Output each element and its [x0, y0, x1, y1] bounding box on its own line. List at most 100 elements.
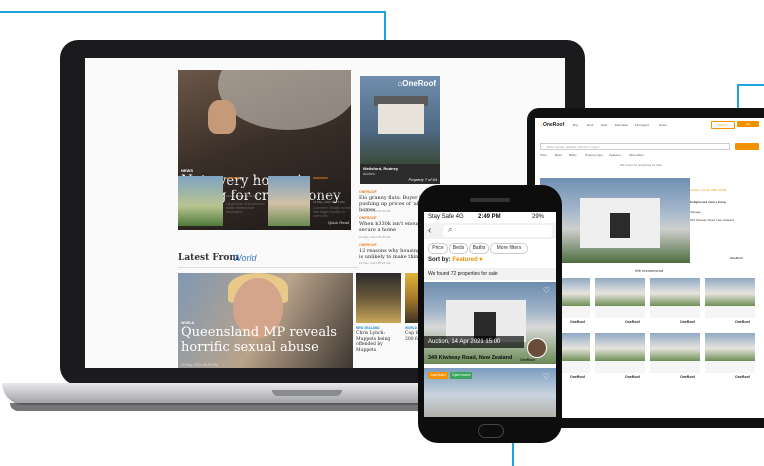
- tablet-results-text: We found 72 properties for sale: [620, 163, 662, 167]
- phone-filter-baths[interactable]: Baths: [469, 243, 489, 254]
- tablet-filter[interactable]: Beds: [555, 153, 562, 157]
- phone-filter-beds[interactable]: Beds: [449, 243, 468, 254]
- phone-found-text: We found 72 properties for sale: [424, 268, 556, 280]
- tablet-grid-listing[interactable]: [595, 278, 645, 306]
- tablet-listing-title: Enlightened luxury living: [690, 200, 726, 204]
- oneroof-property-card[interactable]: ⌂OneRoof: [360, 76, 440, 164]
- tablet-recommend-heading: We recommend: [635, 268, 664, 273]
- tablet-listing-address: 349 Kiwiway Road, New Zealand: [690, 218, 735, 222]
- tablet-filter[interactable]: Property type: [585, 153, 603, 157]
- tablet-grid-logo: OneRoof: [735, 320, 750, 324]
- tablet-nav-sold[interactable]: Sold: [601, 123, 607, 127]
- oneroof-property-count: Property 7 of 64: [408, 177, 437, 182]
- tablet-listing-sub: Vantage: [690, 210, 701, 214]
- side-story-meta: 19 May, 2021 05:30 AM: [359, 235, 391, 239]
- side-story-meta: 19 May, 2021 05:25 AM: [359, 261, 391, 265]
- tablet-grid-caption: [595, 306, 645, 318]
- tablet-nav-find-agent[interactable]: Find agent: [635, 123, 649, 127]
- phone-listing-address[interactable]: 349 Kiwiway Road, New Zealand: [424, 350, 556, 366]
- phone-time: 2:49 PM: [478, 214, 501, 220]
- tablet-filter[interactable]: Features: [609, 153, 621, 157]
- phone-badge-just-listed: Just listed: [428, 372, 448, 379]
- tablet-nav-rent[interactable]: Rent: [587, 123, 593, 127]
- phone-screen: Stay Safe 4G 2:49 PM 29% ‹ ⌕ Price Beds …: [424, 212, 556, 417]
- phone-filter-price[interactable]: Price: [428, 243, 448, 254]
- tablet-grid-logo: OneRoof: [570, 375, 585, 379]
- phone-sort[interactable]: Sort by: Featured ▾: [428, 256, 482, 263]
- tablet-grid-caption: [595, 361, 645, 373]
- oneroof-logo: ⌂OneRoof: [397, 79, 436, 88]
- world-lead-article[interactable]: WORLD Queensland MP reveals horrific sex…: [178, 273, 353, 368]
- tablet-grid-listing[interactable]: [650, 333, 700, 361]
- laptop-trackpad-notch: [272, 390, 342, 396]
- mini-story-tag: ONEROOF: [226, 176, 242, 180]
- tablet-nav-buy[interactable]: Buy: [573, 123, 578, 127]
- tablet-filter[interactable]: Price: [540, 153, 547, 157]
- tablet-grid-listing[interactable]: [705, 278, 755, 306]
- bottom-story-tag: NEW ZEALAND: [356, 326, 380, 330]
- oneroof-caption: Wellsford, Rodney Auction Property 7 of …: [360, 164, 440, 184]
- tablet-grid-listing[interactable]: [705, 333, 755, 361]
- tablet-nav-estimates[interactable]: Estimates: [615, 123, 628, 127]
- tablet-screen: ⌂OneRoof Buy Rent Sold Estimates Find ag…: [535, 118, 764, 418]
- side-story-meta: 19 May, 2021 05:36 AM: [359, 209, 391, 213]
- mini-story-sub: Comment: Smaller homes face bigger hurdl…: [313, 206, 352, 218]
- tablet-grid-logo: OneRoof: [735, 375, 750, 379]
- latest-section-link[interactable]: World: [233, 253, 257, 263]
- tablet-grid-caption: [650, 361, 700, 373]
- tablet-grid-logo: OneRoof: [625, 375, 640, 379]
- tablet-hero-listing[interactable]: [540, 178, 690, 263]
- mini-story-tag: ONEROOF: [313, 176, 329, 180]
- side-story-tag: ONEROOF: [359, 243, 377, 247]
- callout-line-laptop-h: [0, 11, 386, 13]
- tablet-sign-in-button[interactable]: Sign in: [711, 121, 735, 129]
- tablet-grid-listing[interactable]: [595, 333, 645, 361]
- phone-sort-value[interactable]: Featured ▾: [452, 257, 482, 263]
- phone-auction-banner: Auction, 14 Apr 2021 15:00: [424, 336, 524, 348]
- tablet-grid-logo: OneRoof: [680, 375, 695, 379]
- tablet-grid-caption: [650, 306, 700, 318]
- phone-battery: 29%: [532, 214, 545, 220]
- tablet-search-button[interactable]: [735, 143, 759, 150]
- tablet-filter[interactable]: More filters: [629, 153, 644, 157]
- side-story-tag: ONEROOF: [359, 190, 377, 194]
- phone-carrier: Stay Safe 4G: [428, 214, 464, 220]
- heart-icon[interactable]: ♡: [543, 286, 550, 295]
- tablet-nav-news[interactable]: News: [659, 123, 667, 127]
- side-story-tag: ONEROOF: [359, 216, 377, 220]
- search-icon[interactable]: ⌕: [448, 225, 452, 235]
- mini-story-sub: Large block of vacant land draws interes…: [226, 202, 265, 214]
- tablet-auction-text: Auction, 14 Apr 2021 15:00: [690, 188, 727, 192]
- bottom-story-image[interactable]: [356, 273, 401, 323]
- phone-filter-more[interactable]: More filters: [490, 243, 528, 254]
- tablet-logo-text: OneRoof: [543, 122, 565, 128]
- latest-from-heading: Latest From: [178, 253, 239, 263]
- mini-story-image[interactable]: [268, 176, 310, 226]
- back-icon[interactable]: ‹: [428, 225, 431, 236]
- qld-title[interactable]: Queensland MP reveals horrific sexual ab…: [181, 325, 353, 355]
- heart-icon[interactable]: ♡: [543, 372, 550, 381]
- tablet-grid-logo: OneRoof: [625, 320, 640, 324]
- mini-story-image[interactable]: [178, 176, 223, 226]
- phone-home-button[interactable]: [478, 424, 504, 438]
- tablet-grid-logo: OneRoof: [680, 320, 695, 324]
- tablet-grid-caption: [705, 306, 755, 318]
- mini-story-meta: 19 May, 2021 05:20 AM: [226, 194, 258, 198]
- phone-badge-open-home: Open home: [450, 372, 473, 379]
- tablet-list-button[interactable]: List: [737, 121, 759, 127]
- hero-hand-graphic: [208, 100, 236, 134]
- hero-wheel-graphic: [218, 70, 351, 130]
- tablet-house-window-graphic: [610, 213, 630, 238]
- oneroof-sublabel: Auction: [363, 172, 375, 176]
- tablet-side-logo: OneRoof: [730, 256, 743, 260]
- tablet-grid-listing[interactable]: [650, 278, 700, 306]
- phone-sort-label: Sort by:: [428, 257, 451, 263]
- tablet-logo[interactable]: ⌂OneRoof: [540, 122, 564, 128]
- phone-search-input[interactable]: [443, 225, 552, 237]
- hero-quick-read[interactable]: Quick Read: [328, 220, 349, 225]
- tablet-search-input[interactable]: Enter suburb, address, district or regio…: [540, 143, 730, 150]
- qld-meta: 19 May, 2021 05:05 PM: [181, 363, 218, 367]
- bottom-story-headline[interactable]: Chris Lynch: Muppets being offended by M…: [356, 331, 401, 353]
- callout-line-tablet-h: [737, 84, 764, 86]
- tablet-filter[interactable]: Baths: [569, 153, 577, 157]
